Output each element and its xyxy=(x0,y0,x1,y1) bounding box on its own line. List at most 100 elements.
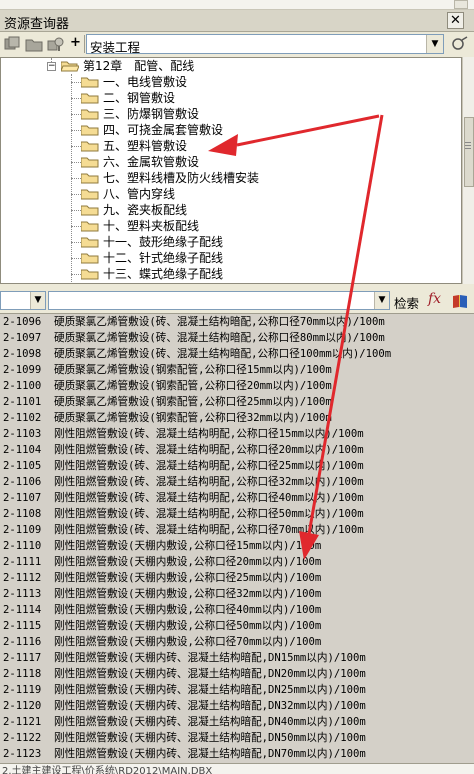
list-item[interactable]: 2-1102 硬质聚氯乙烯管敷设(钢索配管,公称口径32mm以内)/100m xyxy=(0,410,474,426)
list-item[interactable]: 2-1119 刚性阻燃管敷设(天棚内砖、混凝土结构暗配,DN25mm以内)/100… xyxy=(0,682,474,698)
list-item[interactable]: 2-1116 刚性阻燃管敷设(天棚内敷设,公称口径70mm以内)/100m xyxy=(0,634,474,650)
item-code: 2-1096 xyxy=(3,316,42,328)
book-icon[interactable] xyxy=(452,294,468,308)
chevron-down-icon[interactable]: ▼ xyxy=(374,292,389,309)
panel-titlebar: 资源查询器 ✕ xyxy=(0,10,474,32)
list-item[interactable]: 2-1099 硬质聚氯乙烯管敷设(钢索配管,公称口径15mm以内)/100m xyxy=(0,362,474,378)
list-item[interactable]: 2-1115 刚性阻燃管敷设(天棚内敷设,公称口径50mm以内)/100m xyxy=(0,618,474,634)
category-combo[interactable]: 安装工程 ▼ xyxy=(86,34,444,55)
item-code: 2-1102 xyxy=(3,412,42,424)
close-button[interactable]: ✕ xyxy=(447,12,464,29)
list-item[interactable]: 2-1122 刚性阻燃管敷设(天棚内砖、混凝土结构暗配,DN50mm以内)/100… xyxy=(0,730,474,746)
item-code: 2-1107 xyxy=(3,492,42,504)
item-code: 2-1123 xyxy=(3,748,42,760)
item-code: 2-1105 xyxy=(3,460,42,472)
list-item[interactable]: 2-1120 刚性阻燃管敷设(天棚内砖、混凝土结构暗配,DN32mm以内)/100… xyxy=(0,698,474,714)
formula-icon[interactable]: fx xyxy=(428,291,441,307)
list-item[interactable]: 2-1110 刚性阻燃管敷设(天棚内敷设,公称口径15mm以内)/100m xyxy=(0,538,474,554)
collapse-icon[interactable]: − xyxy=(47,62,56,71)
chevron-down-icon[interactable]: ▼ xyxy=(30,292,45,309)
tree-scroll-thumb[interactable] xyxy=(464,117,474,187)
folder-icon xyxy=(81,269,99,280)
list-item[interactable]: 2-1105 刚性阻燃管敷设(砖、混凝土结构明配,公称口径25mm以内)/100m xyxy=(0,458,474,474)
list-item[interactable]: 2-1098 硬质聚氯乙烯管敷设(砖、混凝土结构暗配,公称口径100mm以内)/1… xyxy=(0,346,474,362)
chapter-tree: − 第12章 配管、配线 一、电线管敷设 二、钢管敷设 三、防爆钢管敷设 四、可挠金属… xyxy=(0,57,462,284)
tree-item-label: 三、防爆钢管敷设 xyxy=(103,107,200,121)
folder-icon xyxy=(81,125,99,136)
item-description: 刚性阻燃管敷设(砖、混凝土结构明配,公称口径20mm以内)/100m xyxy=(54,444,364,456)
item-code: 2-1120 xyxy=(3,700,42,712)
tree-guide xyxy=(71,114,81,115)
tree-guide xyxy=(71,130,81,131)
item-description: 刚性阻燃管敷设(天棚内砖、混凝土结构暗配,DN15mm以内)/100m xyxy=(54,652,366,664)
item-code: 2-1118 xyxy=(3,668,42,680)
item-code: 2-1100 xyxy=(3,380,42,392)
list-item[interactable]: 2-1118 刚性阻燃管敷设(天棚内砖、混凝土结构暗配,DN20mm以内)/100… xyxy=(0,666,474,682)
item-code: 2-1112 xyxy=(3,572,42,584)
tree-guide xyxy=(71,258,81,259)
list-item[interactable]: 2-1100 硬质聚氯乙烯管敷设(钢索配管,公称口径20mm以内)/100m xyxy=(0,378,474,394)
folder-icon xyxy=(81,189,99,200)
list-item[interactable]: 2-1107 刚性阻燃管敷设(砖、混凝土结构明配,公称口径40mm以内)/100m xyxy=(0,490,474,506)
folder-icon xyxy=(81,253,99,264)
list-item[interactable]: 2-1103 刚性阻燃管敷设(砖、混凝土结构明配,公称口径15mm以内)/100m xyxy=(0,426,474,442)
folder-icon xyxy=(81,221,99,232)
tree-item-label: 十二、针式绝缘子配线 xyxy=(103,251,224,265)
folder-icon xyxy=(81,93,99,104)
item-description: 刚性阻燃管敷设(砖、混凝土结构明配,公称口径70mm以内)/100m xyxy=(54,524,364,536)
folder-icon xyxy=(81,157,99,168)
list-item[interactable]: 2-1097 硬质聚氯乙烯管敷设(砖、混凝土结构暗配,公称口径80mm以内)/10… xyxy=(0,330,474,346)
copy-icon[interactable] xyxy=(3,36,21,52)
tree-guide xyxy=(71,274,81,275)
search-bar: ▼ ▼ 检索 fx xyxy=(0,289,474,313)
folder-icon[interactable] xyxy=(25,36,43,52)
tree-guide xyxy=(71,226,81,227)
item-description: 刚性阻燃管敷设(天棚内敷设,公称口径70mm以内)/100m xyxy=(54,636,322,648)
tree-guide xyxy=(71,82,81,83)
pin-icon[interactable] xyxy=(450,36,470,52)
settings-icon[interactable] xyxy=(47,36,65,52)
add-icon[interactable]: + xyxy=(70,36,82,52)
list-item[interactable]: 2-1123 刚性阻燃管敷设(天棚内砖、混凝土结构暗配,DN70mm以内)/100… xyxy=(0,746,474,762)
tree-item-label: 四、可挠金属套管敷设 xyxy=(103,123,224,137)
item-description: 硬质聚氯乙烯管敷设(砖、混凝土结构暗配,公称口径100mm以内)/100m xyxy=(54,348,392,360)
tree-guide xyxy=(71,178,81,179)
tree-guide xyxy=(71,146,81,147)
item-description: 硬质聚氯乙烯管敷设(钢索配管,公称口径32mm以内)/100m xyxy=(54,412,332,424)
status-bar: 2.土建主建设工程\价系统\RD2012\MAIN.DBX xyxy=(0,763,474,774)
search-input[interactable]: ▼ xyxy=(48,291,390,310)
list-item[interactable]: 2-1108 刚性阻燃管敷设(砖、混凝土结构明配,公称口径50mm以内)/100m xyxy=(0,506,474,522)
item-description: 刚性阻燃管敷设(砖、混凝土结构明配,公称口径32mm以内)/100m xyxy=(54,476,364,488)
toolbar-separator xyxy=(84,35,85,53)
item-code: 2-1108 xyxy=(3,508,42,520)
item-description: 硬质聚氯乙烯管敷设(砖、混凝土结构暗配,公称口径70mm以内)/100m xyxy=(54,316,385,328)
item-description: 刚性阻燃管敷设(天棚内敷设,公称口径15mm以内)/100m xyxy=(54,540,322,552)
list-item[interactable]: 2-1096 硬质聚氯乙烯管敷设(砖、混凝土结构暗配,公称口径70mm以内)/10… xyxy=(0,314,474,330)
chevron-down-icon[interactable]: ▼ xyxy=(426,35,443,53)
list-item[interactable]: 2-1101 硬质聚氯乙烯管敷设(钢索配管,公称口径25mm以内)/100m xyxy=(0,394,474,410)
panel-title: 资源查询器 xyxy=(4,17,70,32)
item-description: 刚性阻燃管敷设(天棚内砖、混凝土结构暗配,DN20mm以内)/100m xyxy=(54,668,366,680)
item-code: 2-1103 xyxy=(3,428,42,440)
item-code: 2-1101 xyxy=(3,396,42,408)
category-combo-value: 安装工程 xyxy=(90,40,141,55)
list-item[interactable]: 2-1111 刚性阻燃管敷设(天棚内敷设,公称口径20mm以内)/100m xyxy=(0,554,474,570)
list-item[interactable]: 2-1112 刚性阻燃管敷设(天棚内敷设,公称口径25mm以内)/100m xyxy=(0,570,474,586)
item-code: 2-1121 xyxy=(3,716,42,728)
search-button[interactable]: 检索 xyxy=(394,293,419,312)
folder-icon xyxy=(81,109,99,120)
list-item[interactable]: 2-1117 刚性阻燃管敷设(天棚内砖、混凝土结构暗配,DN15mm以内)/100… xyxy=(0,650,474,666)
list-item[interactable]: 2-1106 刚性阻燃管敷设(砖、混凝土结构明配,公称口径32mm以内)/100m xyxy=(0,474,474,490)
search-field-select[interactable]: ▼ xyxy=(0,291,46,310)
top-scroll-stub[interactable] xyxy=(454,0,468,9)
item-code: 2-1110 xyxy=(3,540,42,552)
list-item[interactable]: 2-1113 刚性阻燃管敷设(天棚内敷设,公称口径32mm以内)/100m xyxy=(0,586,474,602)
list-item[interactable]: 2-1121 刚性阻燃管敷设(天棚内砖、混凝土结构暗配,DN40mm以内)/100… xyxy=(0,714,474,730)
item-description: 刚性阻燃管敷设(天棚内砖、混凝土结构暗配,DN32mm以内)/100m xyxy=(54,700,366,712)
list-item[interactable]: 2-1109 刚性阻燃管敷设(砖、混凝土结构明配,公称口径70mm以内)/100m xyxy=(0,522,474,538)
list-item[interactable]: 2-1104 刚性阻燃管敷设(砖、混凝土结构明配,公称口径20mm以内)/100m xyxy=(0,442,474,458)
tree-scrollbar[interactable] xyxy=(462,57,474,284)
item-code: 2-1122 xyxy=(3,732,42,744)
list-item[interactable]: 2-1114 刚性阻燃管敷设(天棚内敷设,公称口径40mm以内)/100m xyxy=(0,602,474,618)
item-description: 硬质聚氯乙烯管敷设(钢索配管,公称口径25mm以内)/100m xyxy=(54,396,332,408)
